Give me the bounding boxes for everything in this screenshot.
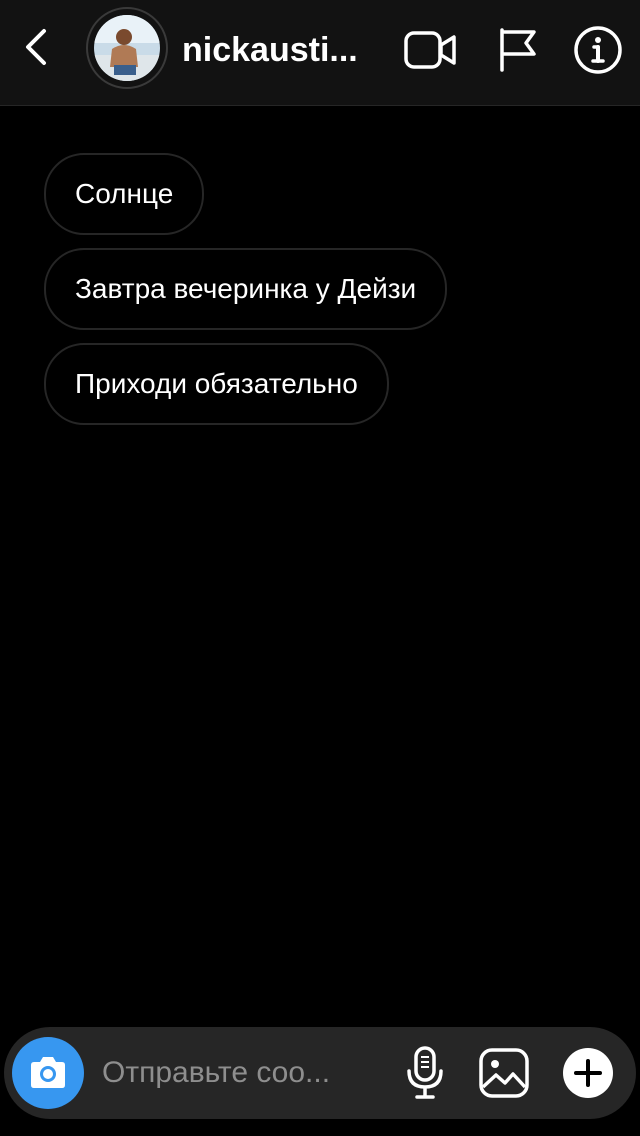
flag-icon — [500, 28, 536, 72]
gallery-button[interactable] — [476, 1045, 532, 1101]
camera-button[interactable] — [12, 1037, 84, 1109]
back-button[interactable] — [14, 25, 58, 69]
message-bubble[interactable]: Завтра вечеринка у Дейзи — [44, 248, 448, 330]
message-thread: Солнце Завтра вечеринка у Дейзи Приходи … — [44, 153, 448, 438]
message-composer — [4, 1027, 636, 1119]
profile-photo — [94, 15, 160, 81]
more-options-button[interactable] — [560, 1045, 616, 1101]
info-icon — [574, 26, 622, 74]
chevron-left-icon — [26, 29, 46, 65]
microphone-icon — [407, 1046, 443, 1099]
video-camera-icon — [404, 31, 456, 69]
gallery-icon — [479, 1048, 529, 1098]
chat-header: nickausti... — [0, 0, 640, 106]
message-bubble[interactable]: Приходи обязательно — [44, 343, 389, 425]
message-bubble[interactable]: Солнце — [44, 153, 205, 235]
message-input[interactable] — [102, 1052, 372, 1094]
info-button[interactable] — [570, 22, 626, 78]
camera-icon — [31, 1057, 65, 1088]
voice-message-button[interactable] — [397, 1045, 453, 1101]
chat-username[interactable]: nickausti... — [182, 30, 372, 70]
avatar[interactable] — [86, 7, 168, 89]
plus-icon — [563, 1048, 613, 1098]
video-call-button[interactable] — [402, 22, 458, 78]
report-button[interactable] — [488, 22, 544, 78]
